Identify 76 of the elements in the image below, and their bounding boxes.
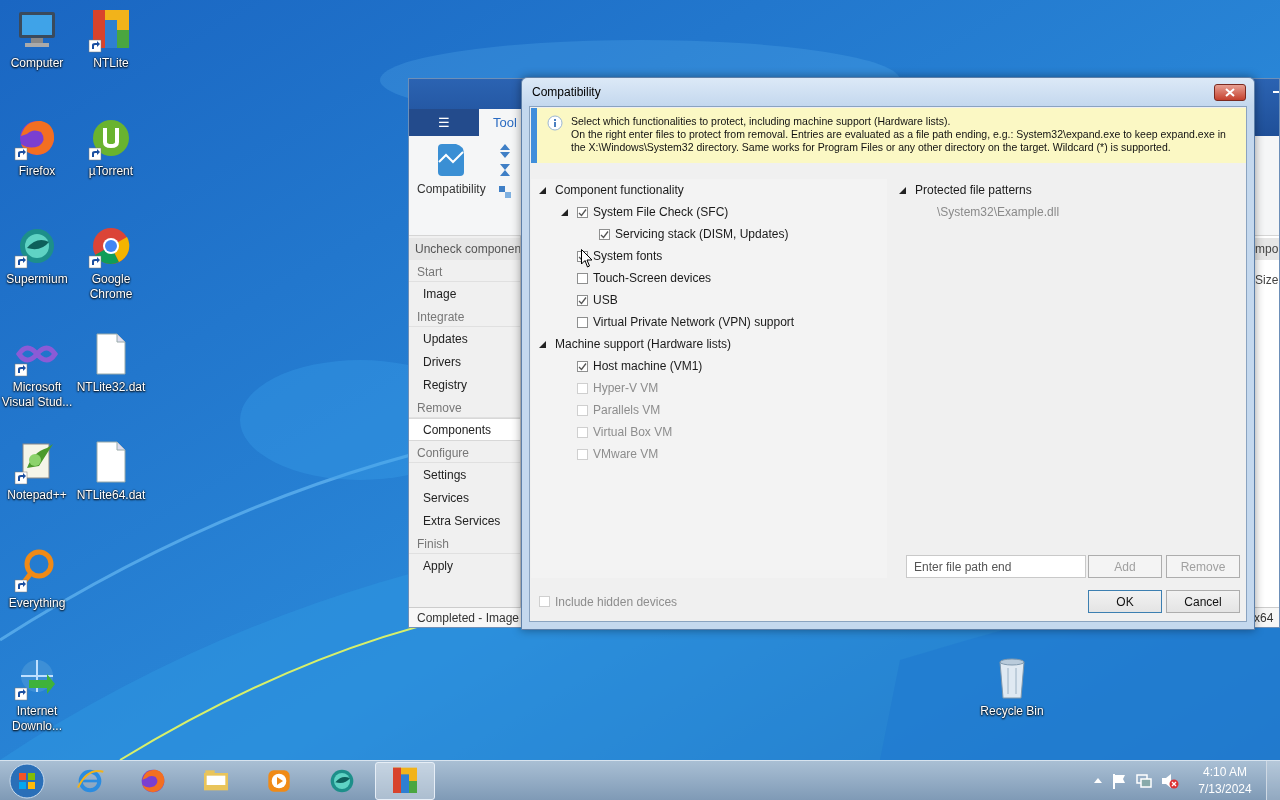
ok-button[interactable]: OK <box>1088 590 1162 613</box>
desktop-icon-label[interactable]: NTLite <box>93 56 129 71</box>
nav-item[interactable]: Apply <box>409 554 520 577</box>
ribbon-button[interactable]: Compatibility <box>417 142 486 229</box>
chart-icon <box>436 144 467 176</box>
tree-item-label: Component functionality <box>555 183 684 197</box>
mouse-pointer-icon <box>581 249 593 268</box>
expand-toggle[interactable] <box>561 208 568 216</box>
nav-section-label: Start <box>409 260 520 282</box>
desktop-icon-label[interactable]: Google Chrome <box>75 272 147 302</box>
checkbox[interactable] <box>577 206 588 218</box>
column-header[interactable]: mpo <box>1255 238 1279 260</box>
expand-toggle[interactable] <box>539 186 546 194</box>
show-hidden-icons-icon[interactable] <box>1094 778 1102 783</box>
nav-section-label: Integrate <box>409 305 520 327</box>
checkbox[interactable] <box>577 360 588 372</box>
desktop-icon-label[interactable]: NTLite32.dat <box>76 380 146 395</box>
example-pattern: \System32\Example.dll <box>936 204 1061 221</box>
desktop-icon-label[interactable]: Recycle Bin <box>980 704 1044 719</box>
tree-item-label: Machine support (Hardware lists) <box>555 337 732 351</box>
nav-item[interactable]: Image <box>409 282 520 305</box>
tree-item-label: Virtual Box VM <box>593 425 673 439</box>
nav-item[interactable]: Services <box>409 486 520 509</box>
window-title: Compatibility <box>532 85 601 99</box>
desktop-icon-label[interactable]: Everything <box>8 596 66 611</box>
desktop-icon-label[interactable]: NTLite64.dat <box>76 488 146 503</box>
speaker-muted-icon[interactable] <box>1161 772 1179 789</box>
tree-item-label: Servicing stack (DISM, Updates) <box>615 227 789 241</box>
desktop-icon-label[interactable]: µTorrent <box>88 164 134 179</box>
close-button[interactable] <box>1214 83 1246 101</box>
expand-toggle[interactable] <box>899 186 906 194</box>
tree-item-label: Virtual Private Network (VPN) support <box>593 315 795 329</box>
tree-item-label: Host machine (VM1) <box>593 359 703 373</box>
checkbox[interactable] <box>577 316 588 328</box>
desktop-icon-label[interactable]: Firefox <box>18 164 56 179</box>
info-text: Select which functionalities to protect, including machine support (Hardware lists). On the right enter files to protect from removal. Entries are evaluated as a file path ending, e.g.: System32\expand.exe to keep expand.exe in the X:\Windows\System32 directory. Same works for Program Files or any other directory on the target. Wildcard (*) is supported. <box>571 115 1226 154</box>
desktop-icon-label[interactable]: Microsoft Visual Stud... <box>1 380 73 410</box>
status-text: Completed - Image <box>417 610 520 625</box>
close-icon <box>1225 87 1235 97</box>
cancel-button[interactable]: Cancel <box>1166 590 1240 613</box>
menu-tab[interactable]: ☰ <box>409 109 479 136</box>
nav-item[interactable]: Settings <box>409 463 520 486</box>
tree-item-label: VMware VM <box>593 447 659 461</box>
checkbox[interactable] <box>577 294 588 306</box>
path-input-field[interactable]: Enter file path end <box>906 555 1086 578</box>
platform-label: x64 <box>1254 610 1275 625</box>
tree-item-label: Touch-Screen devices <box>593 271 712 285</box>
nav-item[interactable]: Components <box>409 418 520 441</box>
taskbar-app-button[interactable] <box>375 761 435 800</box>
panel-header: Uncheck componen <box>409 238 520 260</box>
desktop-icon-label[interactable]: Notepad++ <box>7 488 67 503</box>
flag-icon[interactable] <box>1111 772 1127 789</box>
checkbox[interactable] <box>577 272 588 284</box>
nav-item[interactable]: Updates <box>409 327 520 350</box>
checkbox[interactable] <box>599 228 610 240</box>
desktop-icon-label[interactable]: Supermium <box>6 272 68 287</box>
nav-item[interactable]: Drivers <box>409 350 520 373</box>
nav-item[interactable]: Registry <box>409 373 520 396</box>
tree-item-label: USB <box>593 293 618 307</box>
network-icon[interactable] <box>1136 772 1152 789</box>
nav-item[interactable]: Extra Services <box>409 509 520 532</box>
checkbox-label: Include hidden devices <box>555 594 678 609</box>
expand-toggle[interactable] <box>539 340 546 348</box>
nav-section-label: Configure <box>409 441 520 463</box>
tree-item-label: Protected file patterns <box>915 183 1032 197</box>
minimize-icon[interactable] <box>1273 91 1279 94</box>
tree-item-label: Hyper-V VM <box>593 381 659 395</box>
tree-item-label: System File Check (SFC) <box>593 205 729 219</box>
nav-section-label: Finish <box>409 532 520 554</box>
info-icon <box>547 115 563 131</box>
desktop-icon-label[interactable]: Internet Downlo... <box>1 704 73 734</box>
show-desktop-button[interactable] <box>1266 760 1280 800</box>
tree-item-label: System fonts <box>593 249 663 263</box>
desktop-icon-label[interactable]: Computer <box>10 56 64 71</box>
start-button[interactable] <box>7 760 47 800</box>
tree-item-label: Parallels VM <box>593 403 661 417</box>
